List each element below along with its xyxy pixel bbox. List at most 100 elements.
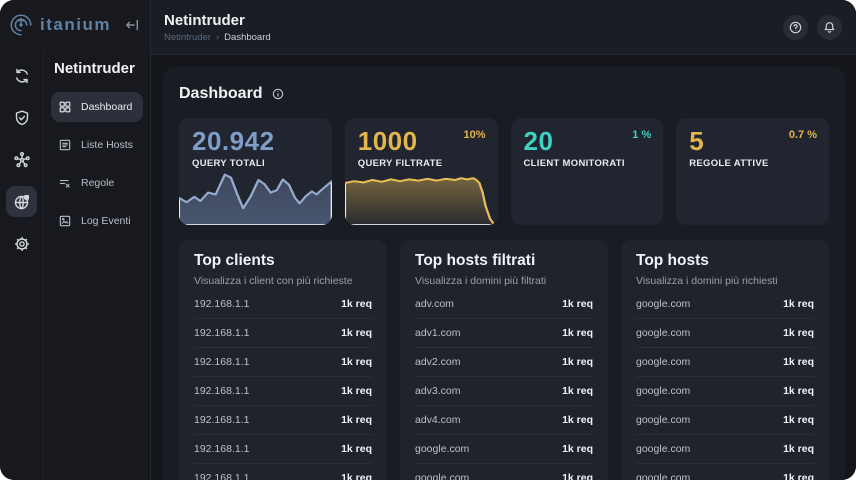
row-value: 1k req: [341, 443, 372, 455]
bell-icon[interactable]: [817, 15, 842, 40]
list-row: adv.com1k req: [415, 290, 593, 319]
globe-intruder-icon[interactable]: [6, 186, 37, 217]
row-name: adv4.com: [415, 414, 461, 426]
row-value: 1k req: [341, 356, 372, 368]
row-name: google.com: [636, 327, 690, 339]
stat-value: 20: [524, 128, 651, 155]
row-name: google.com: [636, 298, 690, 310]
list-row: google.com 1k req: [636, 464, 814, 480]
row-value: 1k req: [562, 356, 593, 368]
logo-text: itanium: [40, 15, 111, 35]
list-row: adv1.com1k req: [415, 319, 593, 348]
network-topology-icon[interactable]: [6, 144, 37, 175]
sidebar-item-label: Dashboard: [81, 101, 132, 113]
panel-title-row: Dashboard: [179, 83, 829, 105]
help-icon[interactable]: [783, 15, 808, 40]
sidebar-item-liste-hosts[interactable]: Liste Hosts: [51, 130, 143, 160]
list-rows: 192.168.1.1 1k req 192.168.1.1 1k req 192.16…: [194, 290, 372, 480]
row-value: 1k req: [341, 298, 372, 310]
app-window: itanium: [0, 0, 856, 480]
row-name: google.com: [636, 472, 690, 480]
row-name: 192.168.1.1: [194, 356, 249, 368]
header-actions: [783, 15, 842, 40]
row-name: google.com: [636, 385, 690, 397]
info-icon[interactable]: [271, 87, 285, 101]
sidebar: itanium: [0, 0, 151, 480]
stat-card-query-filtrate: 1000 QUERY FILTRATE 10%: [345, 118, 498, 225]
row-value: 1k req: [562, 472, 593, 480]
sync-icon[interactable]: [6, 60, 37, 91]
list-row: adv2.com1k req: [415, 348, 593, 377]
sidebar-section-title: Netintruder: [54, 60, 143, 77]
shield-check-icon[interactable]: [6, 102, 37, 133]
stats-row: 20.942 QUERY TOTALI 1000 Q: [179, 118, 829, 225]
list-row: google.com 1k req: [415, 435, 593, 464]
dashboard-panel: Dashboard 20.942 QUERY TOTALI: [163, 67, 845, 480]
row-value: 1k req: [783, 472, 814, 480]
breadcrumb-current: Dashboard: [224, 32, 270, 43]
row-value: 1k req: [341, 327, 372, 339]
lists-row: Top clients Visualizza i client con più …: [179, 240, 829, 480]
log-events-icon: [58, 214, 72, 228]
dashboard-grid-icon: [58, 100, 72, 114]
sidebar-item-label: Liste Hosts: [81, 139, 133, 151]
list-row: 192.168.1.11k req: [194, 406, 372, 435]
stat-label: CLIENT MONITORATI: [524, 158, 651, 169]
row-value: 1k req: [783, 443, 814, 455]
list-row: google.com1k req: [636, 319, 814, 348]
list-row: 192.168.1.11k req: [194, 464, 372, 480]
list-row: google.com1k req: [636, 406, 814, 435]
sidebar-collapse-icon[interactable]: [123, 16, 141, 34]
stat-percent: 0.7 %: [789, 129, 817, 141]
list-title: Top clients: [194, 252, 372, 270]
stat-value: 20.942: [192, 128, 319, 155]
page-title: Dashboard: [179, 85, 263, 103]
sidebar-item-regole[interactable]: Regole: [51, 168, 143, 198]
row-value: 1k req: [783, 385, 814, 397]
row-name: adv3.com: [415, 385, 461, 397]
top-hosts-filtrati-card: Top hosts filtrati Visualizza i domini p…: [400, 240, 608, 480]
row-name: google.com: [636, 414, 690, 426]
list-row: 192.168.1.1 1k req: [194, 290, 372, 319]
row-name: 192.168.1.1: [194, 443, 249, 455]
list-row: 192.168.1.1 1k req: [194, 435, 372, 464]
row-value: 1k req: [562, 443, 593, 455]
sidebar-item-label: Log Eventi: [81, 215, 131, 227]
row-value: 1k req: [562, 298, 593, 310]
sidebar-menu: Netintruder Dashboard Liste Hosts Regole…: [44, 50, 150, 480]
top-clients-card: Top clients Visualizza i client con più …: [179, 240, 387, 480]
main-area: Netintruder Netintruder › Dashboard: [151, 0, 856, 480]
rules-filter-icon: [58, 176, 72, 190]
list-rows: google.com 1k req google.com 1k req google.c…: [636, 290, 814, 480]
content: Dashboard 20.942 QUERY TOTALI: [151, 55, 856, 480]
row-name: 192.168.1.1: [194, 385, 249, 397]
row-name: google.com: [415, 472, 469, 480]
row-value: 1k req: [783, 356, 814, 368]
stat-percent: 10%: [463, 129, 485, 141]
row-name: 192.168.1.1: [194, 298, 249, 310]
list-subtitle: Visualizza i domini più filtrati: [415, 275, 593, 287]
sidebar-item-log-eventi[interactable]: Log Eventi: [51, 206, 143, 236]
sidebar-item-label: Regole: [81, 177, 114, 189]
row-name: google.com: [636, 356, 690, 368]
breadcrumb: Netintruder › Dashboard: [164, 32, 271, 43]
list-row: google.com1k req: [636, 435, 814, 464]
header: Netintruder Netintruder › Dashboard: [151, 0, 856, 55]
gear-icon[interactable]: [6, 228, 37, 259]
list-row: adv4.com1k req: [415, 406, 593, 435]
row-name: google.com: [415, 443, 469, 455]
list-row: google.com 1k req: [636, 348, 814, 377]
list-row: google.com 1k req: [415, 464, 593, 480]
breadcrumb-parent[interactable]: Netintruder: [164, 32, 211, 43]
icon-rail: [0, 50, 44, 480]
list-row: 192.168.1.11k req: [194, 319, 372, 348]
list-title: Top hosts: [636, 252, 814, 270]
sidebar-body: Netintruder Dashboard Liste Hosts Regole…: [0, 50, 150, 480]
list-details-icon: [58, 138, 72, 152]
list-subtitle: Visualizza i client con più richieste: [194, 275, 372, 287]
sidebar-item-dashboard[interactable]: Dashboard: [51, 92, 143, 122]
list-title: Top hosts filtrati: [415, 252, 593, 270]
row-name: 192.168.1.1: [194, 414, 249, 426]
list-row: adv3.com 1k req: [415, 377, 593, 406]
row-value: 1k req: [562, 385, 593, 397]
